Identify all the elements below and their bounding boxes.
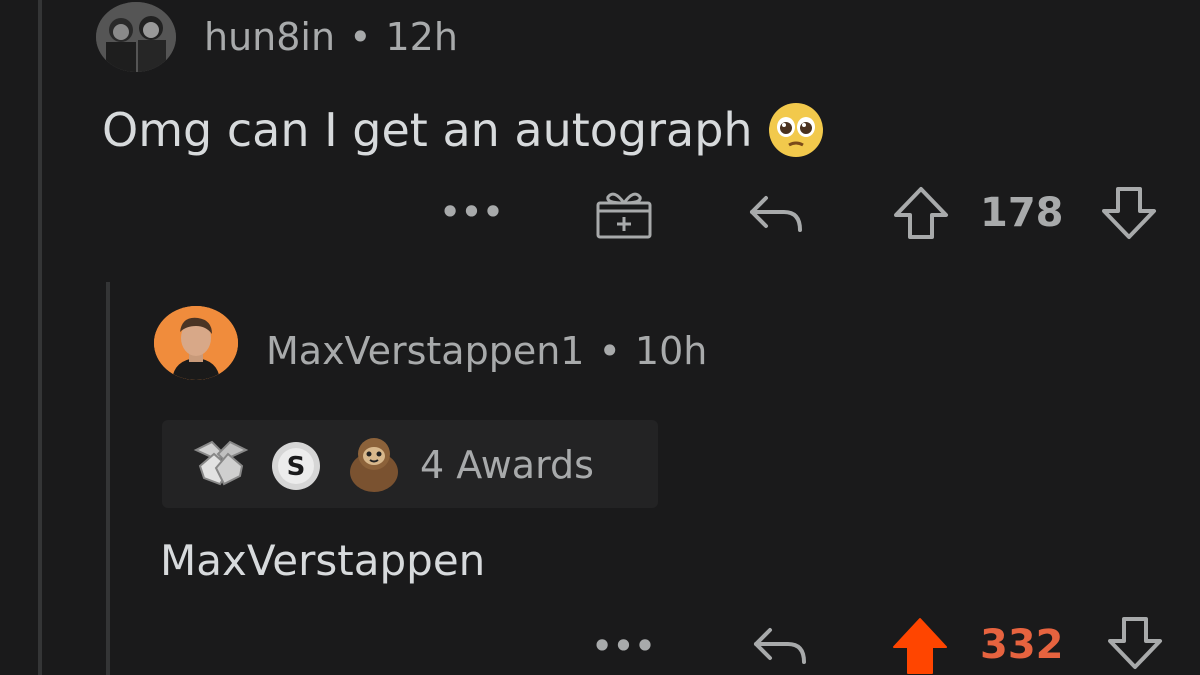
reply-avatar-image	[154, 306, 238, 380]
sloth-award-icon[interactable]	[344, 432, 404, 494]
meta-separator: •	[598, 329, 621, 373]
parent-award-button[interactable]	[592, 184, 656, 242]
awards-count: 4 Awards	[420, 443, 594, 487]
thread-line-outer[interactable]	[38, 0, 42, 675]
reply-meta: MaxVerstappen1 • 10h	[266, 326, 707, 376]
parent-comment-text: Omg can I get an autograph	[102, 100, 825, 160]
downvote-arrow-icon	[1108, 617, 1162, 669]
parent-upvote-button[interactable]	[890, 184, 952, 242]
reply-upvote-button[interactable]	[888, 614, 952, 675]
reply-arrow-icon	[750, 196, 802, 232]
reply-comment-text: MaxVerstappen	[160, 536, 486, 585]
parent-score: 178	[980, 190, 1064, 236]
parent-comment-body: Omg can I get an autograph	[102, 103, 753, 157]
pleading-face-emoji-icon	[767, 101, 825, 159]
parent-avatar-image	[96, 2, 176, 72]
downvote-arrow-icon	[1102, 187, 1156, 239]
reply-reply-button[interactable]	[746, 618, 812, 670]
parent-avatar[interactable]	[96, 2, 176, 72]
reply-avatar[interactable]	[154, 306, 238, 380]
reply-downvote-button[interactable]	[1104, 614, 1166, 672]
upvote-arrow-icon	[893, 617, 947, 674]
upvote-arrow-icon	[894, 187, 948, 239]
parent-downvote-button[interactable]	[1098, 184, 1160, 242]
reply-timestamp: 10h	[634, 329, 708, 373]
meta-separator: •	[349, 15, 372, 59]
svg-text:S: S	[287, 452, 306, 482]
parent-reply-button[interactable]	[742, 186, 808, 238]
reply-score: 332	[980, 622, 1064, 668]
parent-timestamp: 12h	[385, 15, 458, 59]
parent-meta: hun8in • 12h	[204, 12, 458, 62]
silver-coin-award-icon[interactable]: S	[270, 440, 322, 492]
gift-icon	[596, 192, 652, 239]
parent-more-options-button[interactable]: •••	[440, 190, 504, 234]
reply-arrow-icon	[754, 628, 806, 664]
handshake-award-icon[interactable]	[190, 436, 252, 492]
parent-username[interactable]: hun8in	[204, 15, 335, 59]
reply-more-options-button[interactable]: •••	[592, 624, 656, 668]
reply-username[interactable]: MaxVerstappen1	[266, 329, 584, 373]
thread-line-inner[interactable]	[106, 282, 110, 675]
